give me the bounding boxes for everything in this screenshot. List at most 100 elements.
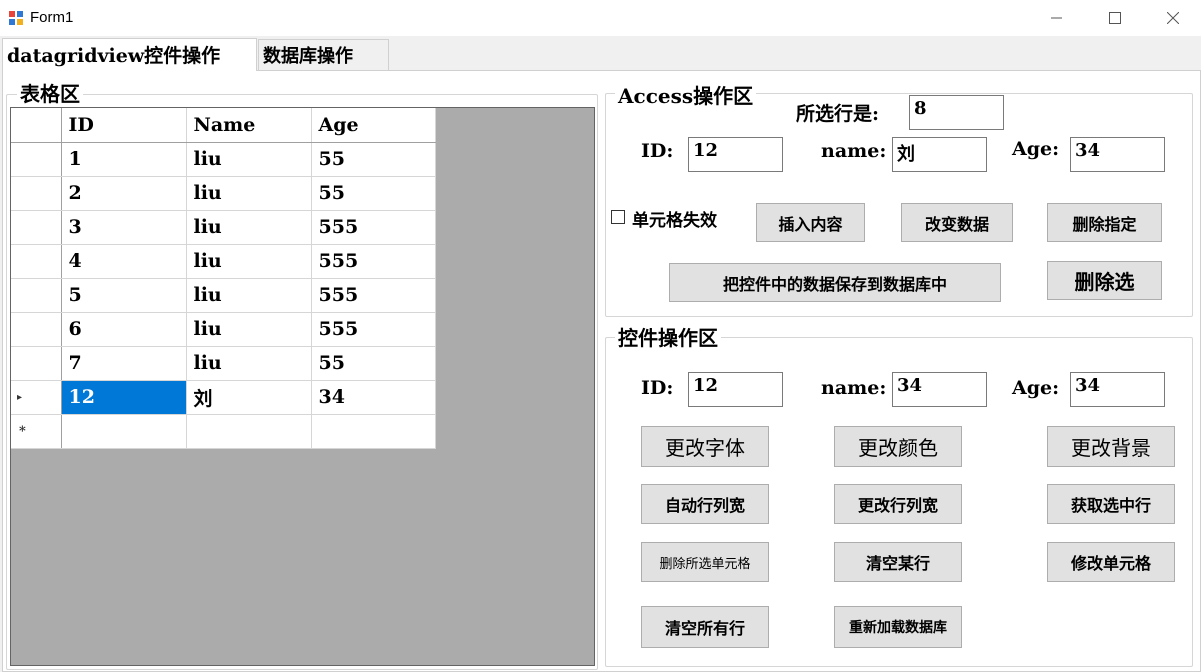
access-group-title: Access操作区 [615, 80, 757, 109]
table-row[interactable]: 4 liu 555 [11, 244, 436, 279]
access-id-label: ID: [641, 140, 674, 162]
row-header[interactable] [11, 244, 62, 279]
table-row[interactable]: 2 liu 55 [11, 176, 436, 211]
control-age-label: Age: [1012, 377, 1060, 399]
cell-age[interactable]: 55 [311, 346, 436, 381]
modify-cell-button[interactable]: 修改单元格 [1047, 542, 1175, 582]
cell-id-selected[interactable]: 12 [61, 380, 187, 415]
access-age-label: Age: [1012, 138, 1060, 160]
access-age-field[interactable]: 34 [1070, 137, 1165, 172]
row-header[interactable] [11, 176, 62, 211]
delete-selected-button[interactable]: 删除选 [1047, 261, 1162, 300]
clear-all-rows-button[interactable]: 清空所有行 [641, 606, 769, 648]
control-age-field[interactable]: 34 [1070, 372, 1165, 407]
cell-age[interactable]: 55 [311, 142, 436, 177]
change-color-button[interactable]: 更改颜色 [834, 426, 962, 467]
row-header[interactable] [11, 142, 62, 177]
control-name-field[interactable]: 34 [892, 372, 987, 407]
cell-age[interactable] [311, 414, 436, 449]
cell-name[interactable]: 刘 [186, 380, 312, 415]
control-id-label: ID: [641, 377, 674, 399]
table-row[interactable]: 5 liu 555 [11, 278, 436, 313]
change-background-button[interactable]: 更改背景 [1047, 426, 1175, 467]
grid-header-row: ID Name Age [11, 108, 436, 143]
row-header[interactable] [11, 346, 62, 381]
cell-id[interactable] [61, 414, 187, 449]
tab-database[interactable]: 数据库操作 [258, 39, 389, 70]
cell-age[interactable]: 55 [311, 176, 436, 211]
cell-id[interactable]: 5 [61, 278, 187, 313]
app-icon [8, 10, 24, 26]
cell-name[interactable]: liu [186, 278, 312, 313]
minimize-button[interactable] [1029, 0, 1085, 36]
minimize-icon [1051, 17, 1062, 19]
window-title: Form1 [30, 9, 74, 26]
control-id-field[interactable]: 12 [688, 372, 783, 407]
row-header-new[interactable]: * [11, 414, 62, 449]
column-header-id[interactable]: ID [61, 108, 187, 143]
maximize-button[interactable] [1087, 0, 1143, 36]
cell-name[interactable]: liu [186, 142, 312, 177]
get-selected-row-button[interactable]: 获取选中行 [1047, 484, 1175, 524]
reload-db-button[interactable]: 重新加载数据库 [834, 606, 962, 648]
disable-cell-checkbox[interactable] [611, 210, 625, 224]
column-header-name[interactable]: Name [186, 108, 312, 143]
row-header[interactable] [11, 312, 62, 347]
change-font-button[interactable]: 更改字体 [641, 426, 769, 467]
delete-specified-button[interactable]: 删除指定 [1047, 203, 1162, 242]
close-button[interactable] [1145, 0, 1201, 36]
row-header-corner[interactable] [11, 108, 62, 143]
cell-age[interactable]: 555 [311, 210, 436, 245]
cell-age[interactable]: 555 [311, 244, 436, 279]
save-to-db-button[interactable]: 把控件中的数据保存到数据库中 [669, 263, 1001, 302]
clear-row-button[interactable]: 清空某行 [834, 542, 962, 582]
cell-id[interactable]: 2 [61, 176, 187, 211]
current-row-icon: ▸ [17, 391, 23, 403]
table-row-current[interactable]: ▸ 12 刘 34 [11, 380, 436, 415]
access-name-label: name: [821, 140, 887, 162]
change-size-button[interactable]: 更改行列宽 [834, 484, 962, 524]
control-name-label: name: [821, 377, 887, 399]
row-header[interactable] [11, 278, 62, 313]
row-header-current[interactable]: ▸ [11, 380, 62, 415]
cell-name[interactable]: liu [186, 346, 312, 381]
change-data-button[interactable]: 改变数据 [901, 203, 1013, 242]
maximize-icon [1109, 12, 1121, 24]
selected-row-field[interactable]: 8 [909, 95, 1004, 130]
insert-button[interactable]: 插入内容 [756, 203, 865, 242]
selected-row-label: 所选行是: [796, 103, 880, 125]
disable-cell-label[interactable]: 单元格失效 [632, 206, 717, 231]
auto-size-button[interactable]: 自动行列宽 [641, 484, 769, 524]
cell-id[interactable]: 1 [61, 142, 187, 177]
delete-selected-cells-button[interactable]: 删除所选单元格 [641, 542, 769, 582]
cell-age[interactable]: 34 [311, 380, 436, 415]
cell-name[interactable]: liu [186, 176, 312, 211]
cell-id[interactable]: 3 [61, 210, 187, 245]
data-grid[interactable]: ID Name Age 1 liu 55 2 liu 55 3 liu 55 5 … [10, 107, 595, 666]
table-row-new[interactable]: * [11, 414, 436, 449]
row-header[interactable] [11, 210, 62, 245]
cell-name[interactable]: liu [186, 210, 312, 245]
tab-datagridview[interactable]: datagridview控件操作 [2, 38, 257, 71]
control-group-title: 控件操作区 [615, 322, 721, 351]
table-row[interactable]: 6 liu 555 [11, 312, 436, 347]
table-row[interactable]: 1 liu 55 [11, 142, 436, 177]
access-id-field[interactable]: 12 [688, 137, 783, 172]
grid-table: ID Name Age 1 liu 55 2 liu 55 3 liu 55 5 … [11, 108, 436, 449]
title-bar: Form1 [0, 0, 1201, 36]
cell-name[interactable]: liu [186, 312, 312, 347]
cell-id[interactable]: 7 [61, 346, 187, 381]
column-header-age[interactable]: Age [311, 108, 436, 143]
cell-age[interactable]: 555 [311, 278, 436, 313]
cell-age[interactable]: 555 [311, 312, 436, 347]
cell-name[interactable]: liu [186, 244, 312, 279]
cell-id[interactable]: 6 [61, 312, 187, 347]
cell-id[interactable]: 4 [61, 244, 187, 279]
table-row[interactable]: 3 liu 555 [11, 210, 436, 245]
new-row-icon: * [19, 423, 26, 439]
close-icon [1167, 12, 1179, 24]
grid-group-title: 表格区 [17, 78, 83, 107]
access-name-field[interactable]: 刘 [892, 137, 987, 172]
table-row[interactable]: 7 liu 55 [11, 346, 436, 381]
cell-name[interactable] [186, 414, 312, 449]
